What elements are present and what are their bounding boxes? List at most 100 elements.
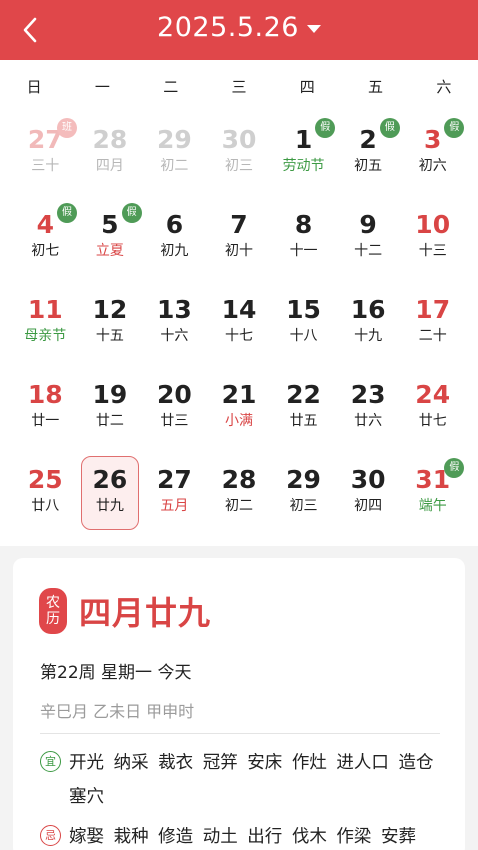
day-number: 7 bbox=[230, 210, 248, 239]
day-lunar: 小满 bbox=[224, 413, 253, 429]
day-cell[interactable]: 16 十九 bbox=[336, 284, 401, 369]
day-cell[interactable]: 30 初四 bbox=[336, 454, 401, 539]
day-cell[interactable]: 19 廿二 bbox=[78, 369, 143, 454]
weekday-label: 四 bbox=[299, 78, 315, 96]
day-cell[interactable]: 21 小满 bbox=[207, 369, 272, 454]
day-lunar: 五月 bbox=[160, 498, 189, 514]
day-number: 8 bbox=[294, 210, 313, 239]
day-number: 23 bbox=[350, 380, 386, 409]
day-lunar: 廿五 bbox=[289, 413, 318, 429]
day-number: 14 bbox=[221, 295, 257, 324]
lunar-tag: 农 历 bbox=[39, 588, 67, 634]
day-cell[interactable]: 假 3 初六 bbox=[400, 114, 465, 199]
caret-down-icon bbox=[306, 24, 321, 33]
day-cell[interactable]: 25 廿八 bbox=[13, 454, 78, 539]
day-lunar: 母亲节 bbox=[24, 328, 67, 344]
day-lunar: 廿六 bbox=[354, 413, 383, 429]
day-cell[interactable]: 17 二十 bbox=[400, 284, 465, 369]
month-picker[interactable]: 2025.5.26 bbox=[0, 12, 478, 43]
day-number: 16 bbox=[350, 295, 386, 324]
weekday-label: 一 bbox=[94, 78, 110, 96]
day-number: 26 bbox=[92, 465, 128, 494]
calendar-grid: 班 27 三十 28 四月 29 初二 30 初三 假 1 劳动节 假 2 初五 假 3 初六 假4初… bbox=[13, 114, 465, 539]
day-lunar: 廿七 bbox=[418, 413, 447, 429]
day-cell[interactable]: 假 1 劳动节 bbox=[271, 114, 336, 199]
ganzhi-text: 辛巳月 乙未日 甲申时 bbox=[40, 702, 195, 721]
day-lunar: 三十 bbox=[31, 158, 60, 174]
day-number: 30 bbox=[350, 465, 386, 494]
holiday-badge: 假 bbox=[379, 118, 400, 138]
day-number: 10 bbox=[415, 210, 451, 239]
day-lunar: 初七 bbox=[31, 243, 60, 259]
day-cell[interactable]: 12 十五 bbox=[78, 284, 143, 369]
day-cell[interactable]: 24 廿七 bbox=[400, 369, 465, 454]
day-cell[interactable]: 29 初二 bbox=[142, 114, 207, 199]
day-cell[interactable]: 假 5 立夏 bbox=[78, 199, 143, 284]
day-number: 21 bbox=[221, 380, 257, 409]
day-number: 22 bbox=[286, 380, 321, 409]
day-number: 27 bbox=[157, 465, 192, 494]
day-cell[interactable]: 6 初九 bbox=[142, 199, 207, 284]
day-cell[interactable]: 30 初三 bbox=[207, 114, 272, 199]
weekday-label: 日 bbox=[26, 78, 42, 96]
day-lunar: 初二 bbox=[224, 498, 253, 514]
day-number: 20 bbox=[157, 380, 192, 409]
day-cell[interactable]: 假 2 初五 bbox=[336, 114, 401, 199]
day-cell[interactable]: 7 初十 bbox=[207, 199, 272, 284]
day-cell[interactable]: 13 十六 bbox=[142, 284, 207, 369]
day-cell[interactable]: 14 十七 bbox=[207, 284, 272, 369]
lunar-tag-char: 历 bbox=[46, 611, 60, 627]
day-number: 11 bbox=[27, 295, 63, 324]
day-lunar: 十一 bbox=[289, 243, 318, 259]
day-lunar: 初三 bbox=[224, 158, 253, 174]
suitable-icon: 宜 bbox=[40, 751, 61, 772]
day-lunar: 十三 bbox=[418, 243, 447, 259]
day-number: 29 bbox=[157, 125, 192, 154]
avoid-row: 忌 嫁娶 栽种 修造 动土 出行 伐木 作梁 安葬 bbox=[40, 820, 440, 850]
day-cell[interactable]: 11 母亲节 bbox=[13, 284, 78, 369]
day-number: 19 bbox=[92, 380, 128, 409]
day-cell[interactable]: 28 四月 bbox=[78, 114, 143, 199]
holiday-badge: 假 bbox=[121, 203, 142, 223]
day-number: 15 bbox=[286, 295, 321, 324]
day-lunar: 初六 bbox=[418, 158, 447, 174]
day-cell[interactable]: 9 十二 bbox=[336, 199, 401, 284]
day-cell[interactable]: 22 廿五 bbox=[271, 369, 336, 454]
divider bbox=[40, 733, 440, 734]
day-cell[interactable]: 23 廿六 bbox=[336, 369, 401, 454]
day-number: 30 bbox=[221, 125, 257, 154]
day-lunar: 廿九 bbox=[95, 498, 124, 514]
day-cell[interactable]: 8 十一 bbox=[271, 199, 336, 284]
weekday-label: 五 bbox=[368, 78, 384, 96]
week-info: 第22周 星期一 今天 bbox=[40, 663, 192, 683]
day-detail-card: 农 历 四月廿九 第22周 星期一 今天 辛巳月 乙未日 甲申时 宜 开光 纳采… bbox=[13, 558, 465, 850]
avoid-items: 嫁娶 栽种 修造 动土 出行 伐木 作梁 安葬 bbox=[69, 827, 416, 847]
day-lunar: 立夏 bbox=[95, 243, 124, 259]
day-lunar: 十八 bbox=[289, 328, 318, 344]
day-cell[interactable]: 15 十八 bbox=[271, 284, 336, 369]
day-lunar: 初三 bbox=[289, 498, 318, 514]
day-cell[interactable]: 28 初二 bbox=[207, 454, 272, 539]
suitable-items: 开光 纳采 裁衣 冠笄 安床 作灶 进人口 造仓 塞穴 bbox=[69, 753, 434, 807]
day-cell[interactable]: 假 4 初七 bbox=[13, 199, 78, 284]
day-cell[interactable]: 27 五月 bbox=[142, 454, 207, 539]
day-lunar: 初十 bbox=[224, 243, 253, 259]
day-number: 29 bbox=[286, 465, 321, 494]
day-cell[interactable]: 10 十三 bbox=[400, 199, 465, 284]
holiday-badge: 假 bbox=[57, 203, 77, 223]
day-cell[interactable]: 29 初三 bbox=[271, 454, 336, 539]
day-lunar: 劳动节 bbox=[282, 158, 325, 174]
day-lunar: 初二 bbox=[160, 158, 189, 174]
suitable-row: 宜 开光 纳采 裁衣 冠笄 安床 作灶 进人口 造仓 塞穴 bbox=[40, 746, 440, 814]
day-number: 17 bbox=[415, 295, 451, 324]
day-lunar: 十二 bbox=[354, 243, 383, 259]
day-cell[interactable]: 班 27 三十 bbox=[13, 114, 78, 199]
workday-badge: 班 bbox=[57, 118, 77, 138]
weekday-header: 日 一 二 三 四 五 六 bbox=[0, 76, 478, 98]
day-lunar: 廿一 bbox=[31, 413, 60, 429]
day-cell-selected[interactable]: 26 廿九 bbox=[78, 454, 143, 539]
day-cell[interactable]: 20 廿三 bbox=[142, 369, 207, 454]
day-lunar: 十七 bbox=[224, 328, 253, 344]
day-cell[interactable]: 18 廿一 bbox=[13, 369, 78, 454]
day-cell[interactable]: 假 31 端午 bbox=[400, 454, 465, 539]
